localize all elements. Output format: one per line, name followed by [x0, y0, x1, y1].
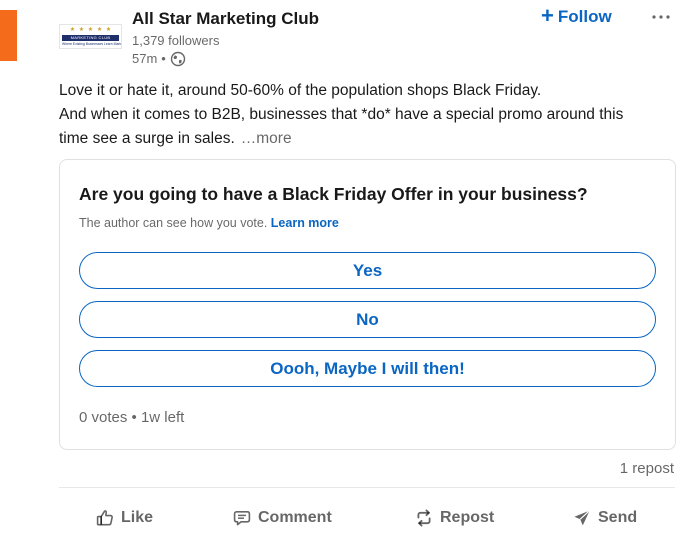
- repost-count[interactable]: 1 repost: [620, 460, 674, 478]
- commentary-line-1: Love it or hate it, around 50-60% of the…: [59, 82, 542, 99]
- more-options-button[interactable]: [647, 4, 675, 28]
- poll-option-no[interactable]: No: [79, 301, 656, 338]
- comment-button[interactable]: Comment: [232, 498, 332, 538]
- repost-icon: [414, 508, 434, 528]
- globe-icon: [170, 51, 186, 67]
- meta-separator: •: [161, 51, 166, 66]
- see-more-button[interactable]: …more: [241, 130, 292, 147]
- feed-post: ★ ★ ★ ★ ★ MARKETING CLUB Where Existing …: [0, 0, 689, 543]
- social-action-bar: Like Comment Repost Send: [59, 498, 675, 538]
- commentary-line-2: And when it comes to B2B, businesses tha…: [59, 106, 624, 123]
- follower-count: 1,379 followers: [132, 33, 220, 48]
- logo-tagline: Where Existing Businesses Learn Marketin…: [62, 42, 122, 46]
- author-name[interactable]: All Star Marketing Club: [132, 9, 319, 29]
- post-meta: 57m •: [132, 51, 186, 67]
- repost-button[interactable]: Repost: [414, 498, 494, 538]
- comment-icon: [232, 508, 252, 528]
- company-logo[interactable]: ★ ★ ★ ★ ★ MARKETING CLUB Where Existing …: [59, 24, 122, 49]
- commentary-line-3: time see a surge in sales. …more: [59, 127, 679, 151]
- logo-stars: ★ ★ ★ ★ ★: [69, 27, 113, 33]
- follow-label: Follow: [557, 7, 612, 26]
- follow-button[interactable]: + Follow: [541, 5, 612, 29]
- comment-label: Comment: [258, 509, 332, 526]
- learn-more-link[interactable]: Learn more: [271, 216, 339, 230]
- plus-icon: +: [541, 3, 554, 28]
- repost-label: Repost: [440, 509, 495, 526]
- commentary-line-3-text: time see a surge in sales.: [59, 130, 235, 147]
- poll-question: Are you going to have a Black Friday Off…: [79, 184, 588, 204]
- poll-note-text: The author can see how you vote.: [79, 216, 268, 230]
- poll-visibility-note: The author can see how you vote. Learn m…: [79, 215, 339, 231]
- poll-stats: 0 votes • 1w left: [79, 409, 185, 426]
- send-icon: [572, 508, 592, 528]
- like-button[interactable]: Like: [95, 498, 153, 538]
- actions-divider: [59, 487, 675, 488]
- send-button[interactable]: Send: [572, 498, 637, 538]
- like-label: Like: [121, 509, 154, 526]
- poll-card: Are you going to have a Black Friday Off…: [59, 159, 676, 450]
- logo-band: MARKETING CLUB: [62, 35, 119, 41]
- poll-option-maybe[interactable]: Oooh, Maybe I will then!: [79, 350, 656, 387]
- more-horizontal-icon: [651, 7, 671, 25]
- post-commentary: Love it or hate it, around 50-60% of the…: [59, 79, 679, 151]
- poll-option-yes[interactable]: Yes: [79, 252, 656, 289]
- send-label: Send: [598, 509, 638, 526]
- thumbs-up-icon: [95, 508, 115, 528]
- post-time: 57m: [132, 51, 158, 66]
